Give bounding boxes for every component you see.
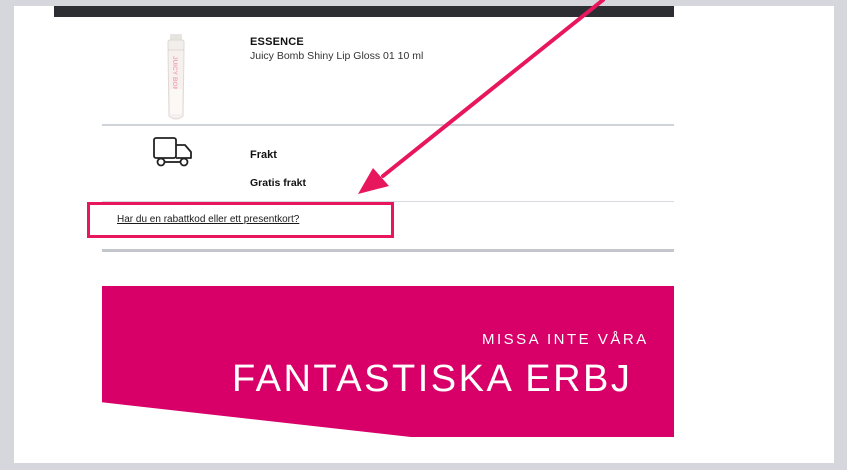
top-bar — [54, 6, 674, 17]
divider — [102, 249, 674, 252]
promo-banner[interactable]: MISSA INTE VÅRA FANTASTISKA ERBJ — [102, 286, 674, 437]
banner-subheading: MISSA INTE VÅRA — [482, 331, 649, 348]
product-name[interactable]: Juicy Bomb Shiny Lip Gloss 01 10 ml — [250, 50, 423, 62]
truck-icon — [153, 137, 192, 167]
checkout-page: JUICY BOMB ESSENCE Juicy Bomb Shiny Lip … — [14, 6, 834, 463]
product-brand: ESSENCE — [250, 36, 304, 48]
divider — [102, 124, 674, 126]
annotation-highlight-box — [87, 202, 394, 238]
product-image[interactable]: JUICY BOMB — [156, 34, 196, 124]
shipping-value: Gratis frakt — [250, 177, 307, 189]
banner-heading: FANTASTISKA ERBJ — [232, 358, 633, 400]
shipping-title: Frakt — [250, 149, 277, 161]
